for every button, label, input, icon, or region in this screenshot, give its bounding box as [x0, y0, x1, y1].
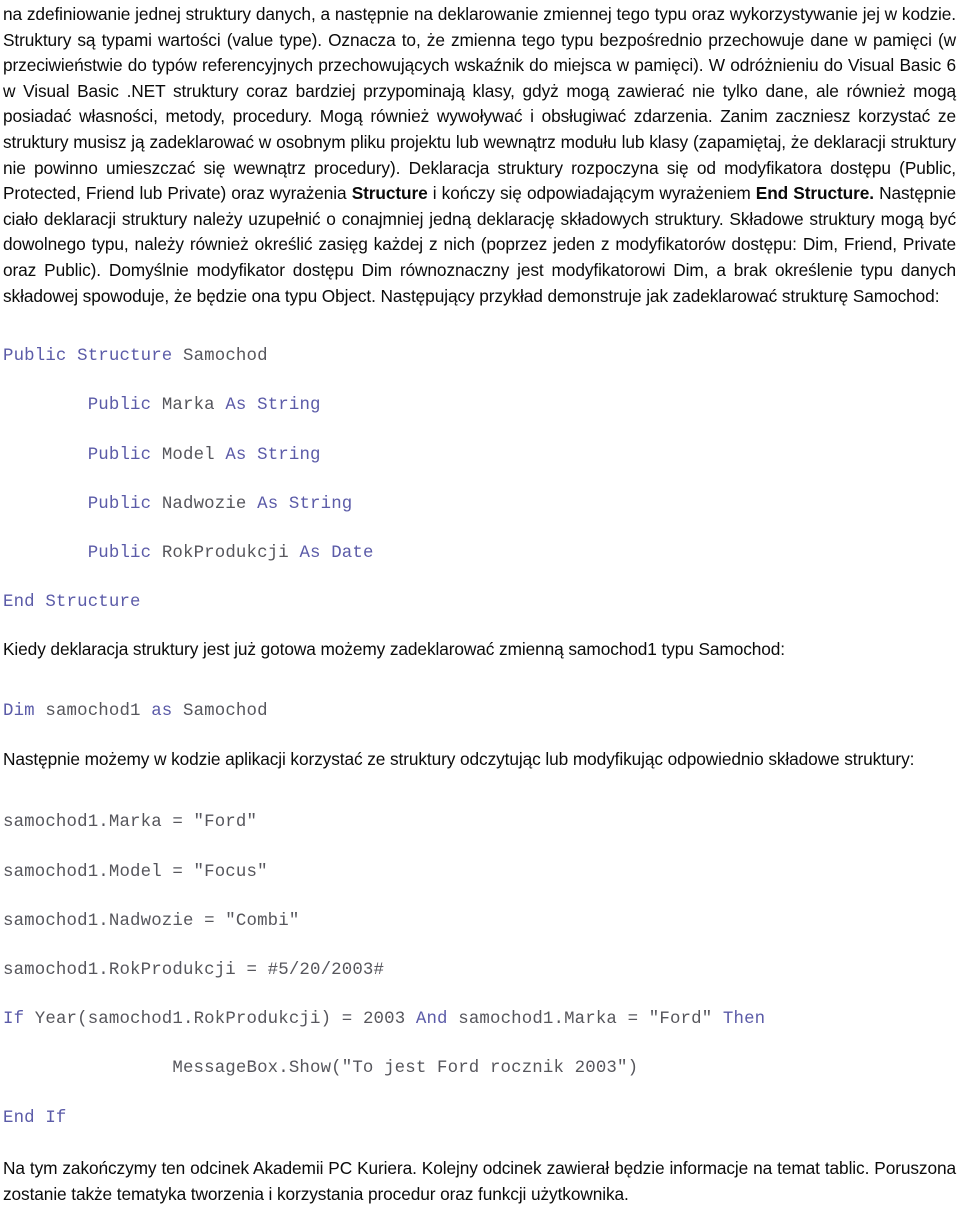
inline-bold-end-structure: End Structure. — [755, 183, 874, 204]
code-identifier: samochod1.Model = "Focus" — [3, 862, 268, 882]
paragraph-outro: Na tym zakończymy ten odcinek Akademii P… — [3, 1158, 956, 1204]
code-keyword: Public — [87, 543, 152, 563]
code-identifier: samochod1.Marka = "Ford" — [3, 813, 258, 833]
code-keyword: Then — [722, 1010, 766, 1030]
code-line: Public RokProdukcji As Date — [3, 542, 956, 567]
code-keyword: Public — [87, 494, 152, 514]
code-identifier: Model — [151, 445, 226, 465]
code-keyword: As String — [257, 494, 353, 514]
code-identifier: Year(samochod1.RokProdukcji) = 2003 — [24, 1010, 416, 1030]
paragraph-intro: na zdefiniowanie jednej struktury danych… — [3, 2, 956, 309]
paragraph-after-structure: Kiedy deklaracja struktury jest już goto… — [3, 638, 785, 659]
code-line: samochod1.Marka = "Ford" — [3, 811, 956, 836]
code-keyword: As String — [225, 396, 321, 416]
code-line: Public Marka As String — [3, 394, 956, 419]
code-line: Public Model As String — [3, 444, 956, 469]
code-line: End Structure — [3, 591, 956, 616]
code-identifier: RokProdukcji — [151, 543, 300, 563]
code-identifier: samochod1.RokProdukcji = #5/20/2003# — [3, 961, 385, 980]
code-keyword: End Structure — [3, 593, 141, 613]
code-identifier — [3, 495, 88, 514]
code-line: samochod1.Nadwozie = "Combi" — [3, 910, 956, 935]
code-keyword: And — [415, 1010, 448, 1030]
intro-text-part-2: i kończy się odpowiadającym wyrażeniem — [427, 183, 756, 204]
code-identifier: samochod1 — [34, 702, 152, 722]
code-keyword: As String — [225, 445, 321, 465]
code-line: Public Structure Samochod — [3, 345, 956, 370]
code-identifier: Nadwozie — [151, 494, 258, 514]
code-identifier: samochod1.Marka = "Ford" — [447, 1010, 723, 1030]
code-keyword: as — [151, 702, 173, 722]
code-line: Dim samochod1 as Samochod — [3, 700, 956, 725]
code-block-variable-declaration: Dim samochod1 as Samochod — [3, 700, 956, 725]
code-line: samochod1.Model = "Focus" — [3, 861, 956, 886]
code-identifier — [3, 446, 88, 465]
inline-bold-structure: Structure — [351, 183, 428, 204]
code-keyword: Public — [87, 445, 152, 465]
code-line: samochod1.RokProdukcji = #5/20/2003# — [3, 959, 956, 984]
code-line: End If — [3, 1107, 956, 1132]
code-block-structure-declaration: Public Structure Samochod Public Marka A… — [3, 345, 956, 616]
intro-text-part-1: na zdefiniowanie jednej struktury danych… — [3, 4, 956, 204]
code-identifier: Samochod — [172, 347, 268, 367]
code-identifier: Marka — [151, 396, 226, 416]
code-line: MessageBox.Show("To jest Ford rocznik 20… — [3, 1057, 956, 1082]
code-identifier: MessageBox.Show("To jest Ford rocznik 20… — [3, 1059, 639, 1079]
code-identifier — [3, 544, 88, 563]
code-keyword: End If — [3, 1108, 67, 1128]
code-line: Public Nadwozie As String — [3, 493, 956, 518]
code-keyword: As Date — [299, 543, 374, 563]
code-identifier: Samochod — [172, 702, 268, 722]
code-identifier — [3, 396, 88, 415]
code-keyword: If — [3, 1010, 25, 1030]
code-keyword: Public — [87, 396, 152, 416]
code-identifier: samochod1.Nadwozie = "Combi" — [3, 911, 300, 931]
document-page: na zdefiniowanie jednej struktury danych… — [0, 0, 960, 1204]
code-line: If Year(samochod1.RokProdukcji) = 2003 A… — [3, 1008, 956, 1033]
code-keyword: Dim — [3, 702, 35, 722]
code-block-usage-example: samochod1.Marka = "Ford" samochod1.Model… — [3, 811, 956, 1131]
paragraph-after-declaration: Następnie możemy w kodzie aplikacji korz… — [3, 748, 915, 769]
code-keyword: Public Structure — [3, 347, 173, 367]
